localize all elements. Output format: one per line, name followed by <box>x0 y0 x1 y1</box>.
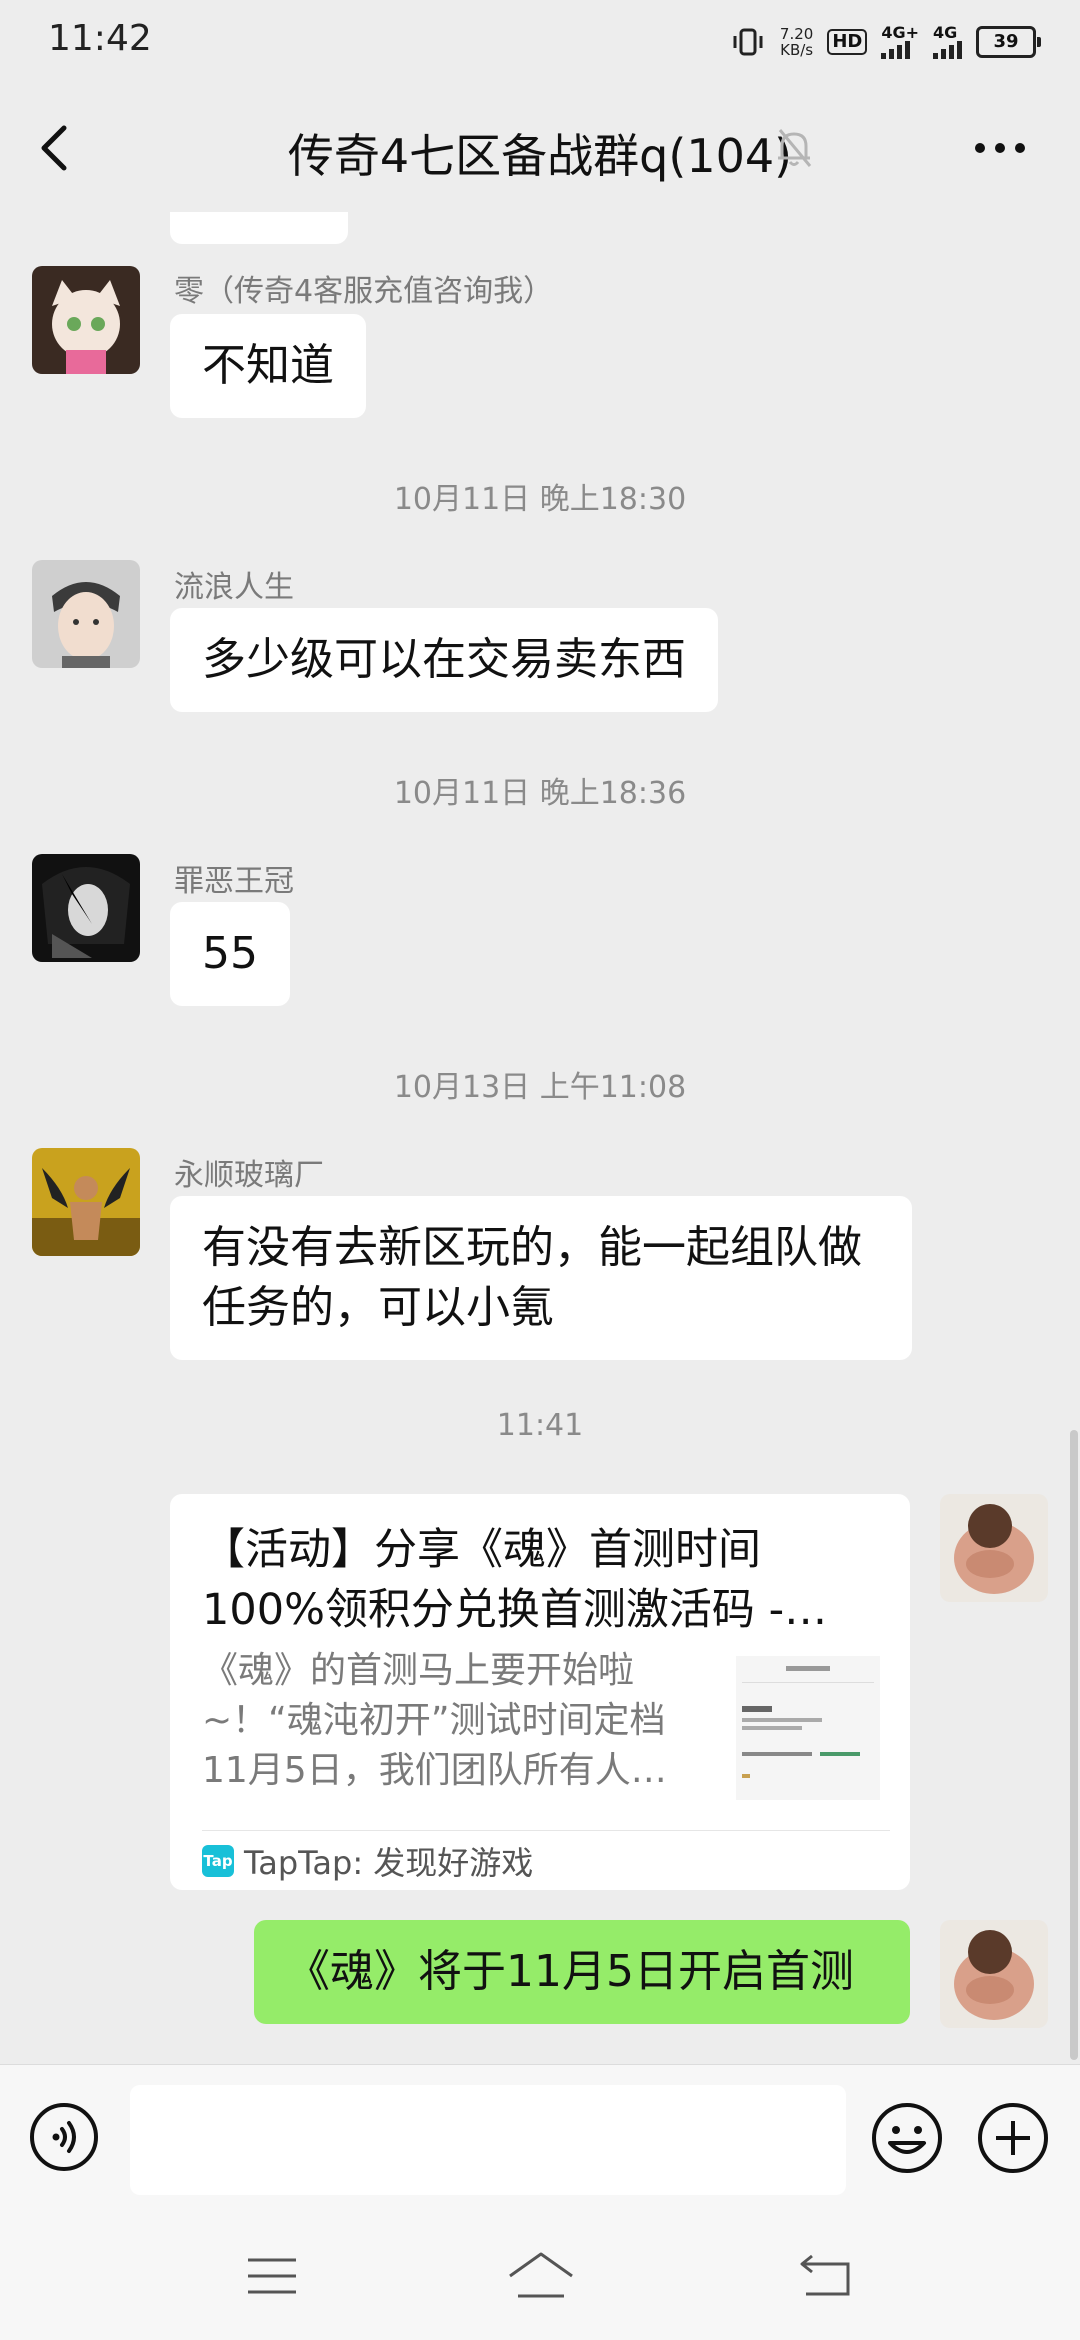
message-bubble[interactable]: 多少级可以在交易卖东西 <box>170 608 718 712</box>
vibrate-icon <box>733 28 763 56</box>
network-speed: 7.20 KB/s <box>779 25 814 59</box>
my-message-bubble[interactable]: 《魂》将于11月5日开启首测 <box>254 1920 910 2024</box>
plus-circle-icon[interactable] <box>976 2101 1050 2175</box>
card-description: 《魂》的首测马上要开始啦~！“魂沌初开”测试时间定档11月5日，我们团队所有人… <box>202 1650 667 1791</box>
avatar[interactable] <box>32 1148 140 1256</box>
card-divider <box>202 1830 890 1831</box>
status-icons: 7.20 KB/s HD 4G+ 4G 39 <box>730 22 1041 62</box>
message-input[interactable] <box>130 2085 846 2195</box>
timestamp: 10月11日 晚上18:30 <box>393 482 687 517</box>
timestamp: 11:41 <box>496 1408 584 1443</box>
avatar[interactable] <box>32 560 140 668</box>
sender-name: 流浪人生 <box>174 570 294 605</box>
avatar[interactable] <box>32 266 140 374</box>
chat-area[interactable]: 零（传奇4客服充值咨询我） 不知道 10月11日 晚上18:30 流浪人生 多少… <box>0 212 1080 2064</box>
my-avatar[interactable] <box>940 1494 1048 1602</box>
card-thumbnail <box>736 1656 880 1800</box>
voice-icon[interactable] <box>28 2101 100 2173</box>
home-icon[interactable] <box>506 2250 576 2300</box>
status-bar: 11:42 7.20 KB/s HD 4G+ 4G 39 <box>0 0 1080 84</box>
signal-bars-icon <box>933 41 962 59</box>
chat-header: 传奇4七区备战群q(104) <box>0 84 1080 212</box>
bell-off-icon <box>778 129 812 167</box>
avatar[interactable] <box>32 854 140 962</box>
taptap-logo-icon: Tap <box>202 1845 234 1877</box>
sender-name: 零（传奇4客服充值咨询我） <box>174 274 554 309</box>
signal-bars-icon <box>881 41 911 59</box>
menu-icon[interactable] <box>246 2256 298 2296</box>
back-nav-icon[interactable] <box>798 2252 852 2298</box>
card-title: 【活动】分享《魂》首测时间100%领积分兑换首测激活码 -… <box>202 1525 828 1635</box>
hd-badge: HD <box>827 29 868 55</box>
card-source-label: TapTap: 发现好游戏 <box>244 1844 534 1882</box>
status-time: 11:42 <box>48 18 152 59</box>
timestamp: 10月11日 晚上18:36 <box>393 776 687 811</box>
scrollbar[interactable] <box>1070 1430 1078 2060</box>
signal-sim1: 4G+ <box>881 25 919 59</box>
message-bubble[interactable]: 55 <box>170 902 290 1006</box>
emoji-icon[interactable] <box>870 2101 944 2175</box>
battery-icon: 39 <box>976 26 1041 58</box>
signal-sim2: 4G <box>933 25 962 59</box>
input-bar <box>0 2064 1080 2213</box>
card-source: Tap TapTap: 发现好游戏 <box>202 1838 533 1884</box>
message-bubble-partial <box>170 212 348 244</box>
system-nav-bar <box>0 2212 1080 2340</box>
chat-title[interactable]: 传奇4七区备战群q(104) <box>0 120 1080 186</box>
shared-link-card[interactable]: 【活动】分享《魂》首测时间100%领积分兑换首测激活码 -… 《魂》的首测马上要… <box>170 1494 910 1890</box>
more-dots-icon[interactable] <box>970 130 1030 166</box>
sender-name: 永顺玻璃厂 <box>174 1158 324 1193</box>
sender-name: 罪恶王冠 <box>174 864 294 899</box>
timestamp: 10月13日 上午11:08 <box>393 1070 687 1105</box>
message-bubble[interactable]: 有没有去新区玩的，能一起组队做任务的，可以小氪 <box>170 1196 912 1360</box>
message-bubble[interactable]: 不知道 <box>170 314 366 418</box>
my-avatar[interactable] <box>940 1920 1048 2028</box>
